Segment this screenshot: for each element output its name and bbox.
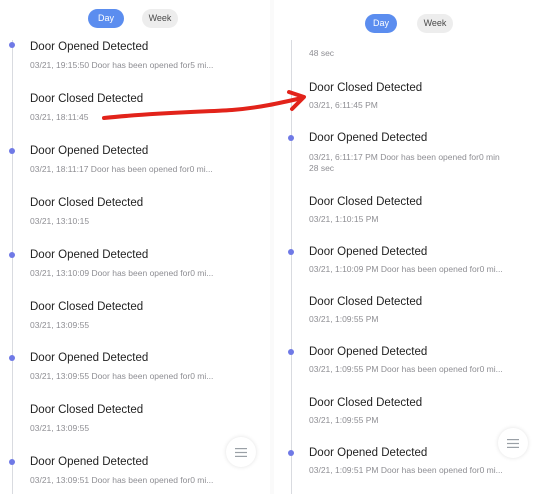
event-title: Door Closed Detected bbox=[309, 82, 423, 94]
event-subtitle: 03/21, 13:09:51 Door has been opened for… bbox=[30, 475, 214, 485]
event-subtitle: 03/21, 1:09:55 PM bbox=[309, 314, 379, 324]
event-title: Door Closed Detected bbox=[30, 301, 144, 313]
menu-lines-icon bbox=[235, 447, 247, 457]
event-dot bbox=[9, 148, 15, 154]
event-dot bbox=[9, 42, 15, 48]
tab-week[interactable]: Week bbox=[142, 9, 178, 28]
event-title: Door Opened Detected bbox=[309, 447, 428, 459]
tab-day[interactable]: Day bbox=[365, 14, 397, 33]
event-subtitle: 03/21, 13:09:55 bbox=[30, 320, 90, 330]
event-subtitle: 03/21, 13:09:55 Door has been opened for… bbox=[30, 371, 214, 381]
event-dot bbox=[288, 249, 294, 255]
tab-day[interactable]: Day bbox=[88, 9, 124, 28]
event-subtitle: 03/21, 1:09:55 PM Door has been opened f… bbox=[309, 364, 503, 374]
event-title: Door Closed Detected bbox=[30, 93, 144, 105]
right-event-log-panel: Day Week 48 sec Door Closed Detected 03/… bbox=[276, 0, 543, 494]
event-title: Door Closed Detected bbox=[30, 197, 144, 209]
event-subtitle: 03/21, 1:10:09 PM Door has been opened f… bbox=[309, 264, 503, 274]
event-subtitle: 03/21, 19:15:50 Door has been opened for… bbox=[30, 60, 214, 70]
event-title: Door Closed Detected bbox=[309, 397, 423, 409]
left-event-log-panel: Day Week Door Opened Detected 03/21, 19:… bbox=[0, 0, 268, 494]
timeline-line bbox=[12, 40, 13, 494]
event-title: Door Opened Detected bbox=[309, 346, 428, 358]
event-subtitle: 03/21, 13:10:09 Door has been opened for… bbox=[30, 268, 214, 278]
event-subtitle: 03/21, 18:11:45 bbox=[30, 112, 89, 122]
event-title: Door Opened Detected bbox=[30, 352, 149, 364]
menu-button[interactable] bbox=[226, 437, 256, 467]
tab-week[interactable]: Week bbox=[417, 14, 453, 33]
menu-lines-icon bbox=[507, 438, 519, 448]
event-subtitle-fragment: 48 sec bbox=[309, 48, 335, 58]
event-title: Door Closed Detected bbox=[309, 296, 423, 308]
event-subtitle: 03/21, 13:09:55 bbox=[30, 423, 90, 433]
event-dot bbox=[9, 355, 15, 361]
event-subtitle: 03/21, 1:10:15 PM bbox=[309, 214, 379, 224]
timeline-line bbox=[291, 40, 292, 494]
event-title: Door Opened Detected bbox=[30, 249, 149, 261]
event-title: Door Closed Detected bbox=[309, 196, 423, 208]
event-dot bbox=[288, 450, 294, 456]
event-subtitle-line2: 28 sec bbox=[309, 163, 335, 173]
event-dot bbox=[9, 459, 15, 465]
event-title: Door Opened Detected bbox=[30, 145, 149, 157]
event-dot bbox=[288, 135, 294, 141]
event-dot bbox=[288, 349, 294, 355]
event-subtitle: 03/21, 1:09:51 PM Door has been opened f… bbox=[309, 465, 503, 475]
event-subtitle: 03/21, 6:11:45 PM bbox=[309, 100, 378, 110]
menu-button[interactable] bbox=[498, 428, 528, 458]
event-subtitle: 03/21, 1:09:55 PM bbox=[309, 415, 379, 425]
event-dot bbox=[9, 252, 15, 258]
event-title: Door Opened Detected bbox=[309, 132, 428, 144]
event-subtitle: 03/21, 6:11:17 PM Door has been opened f… bbox=[309, 152, 500, 162]
event-title: Door Opened Detected bbox=[30, 41, 149, 53]
event-subtitle: 03/21, 18:11:17 Door has been opened for… bbox=[30, 164, 213, 174]
event-subtitle: 03/21, 13:10:15 bbox=[30, 216, 90, 226]
event-title: Door Opened Detected bbox=[309, 246, 428, 258]
event-title: Door Opened Detected bbox=[30, 456, 149, 468]
panel-divider bbox=[270, 0, 274, 494]
event-title: Door Closed Detected bbox=[30, 404, 144, 416]
